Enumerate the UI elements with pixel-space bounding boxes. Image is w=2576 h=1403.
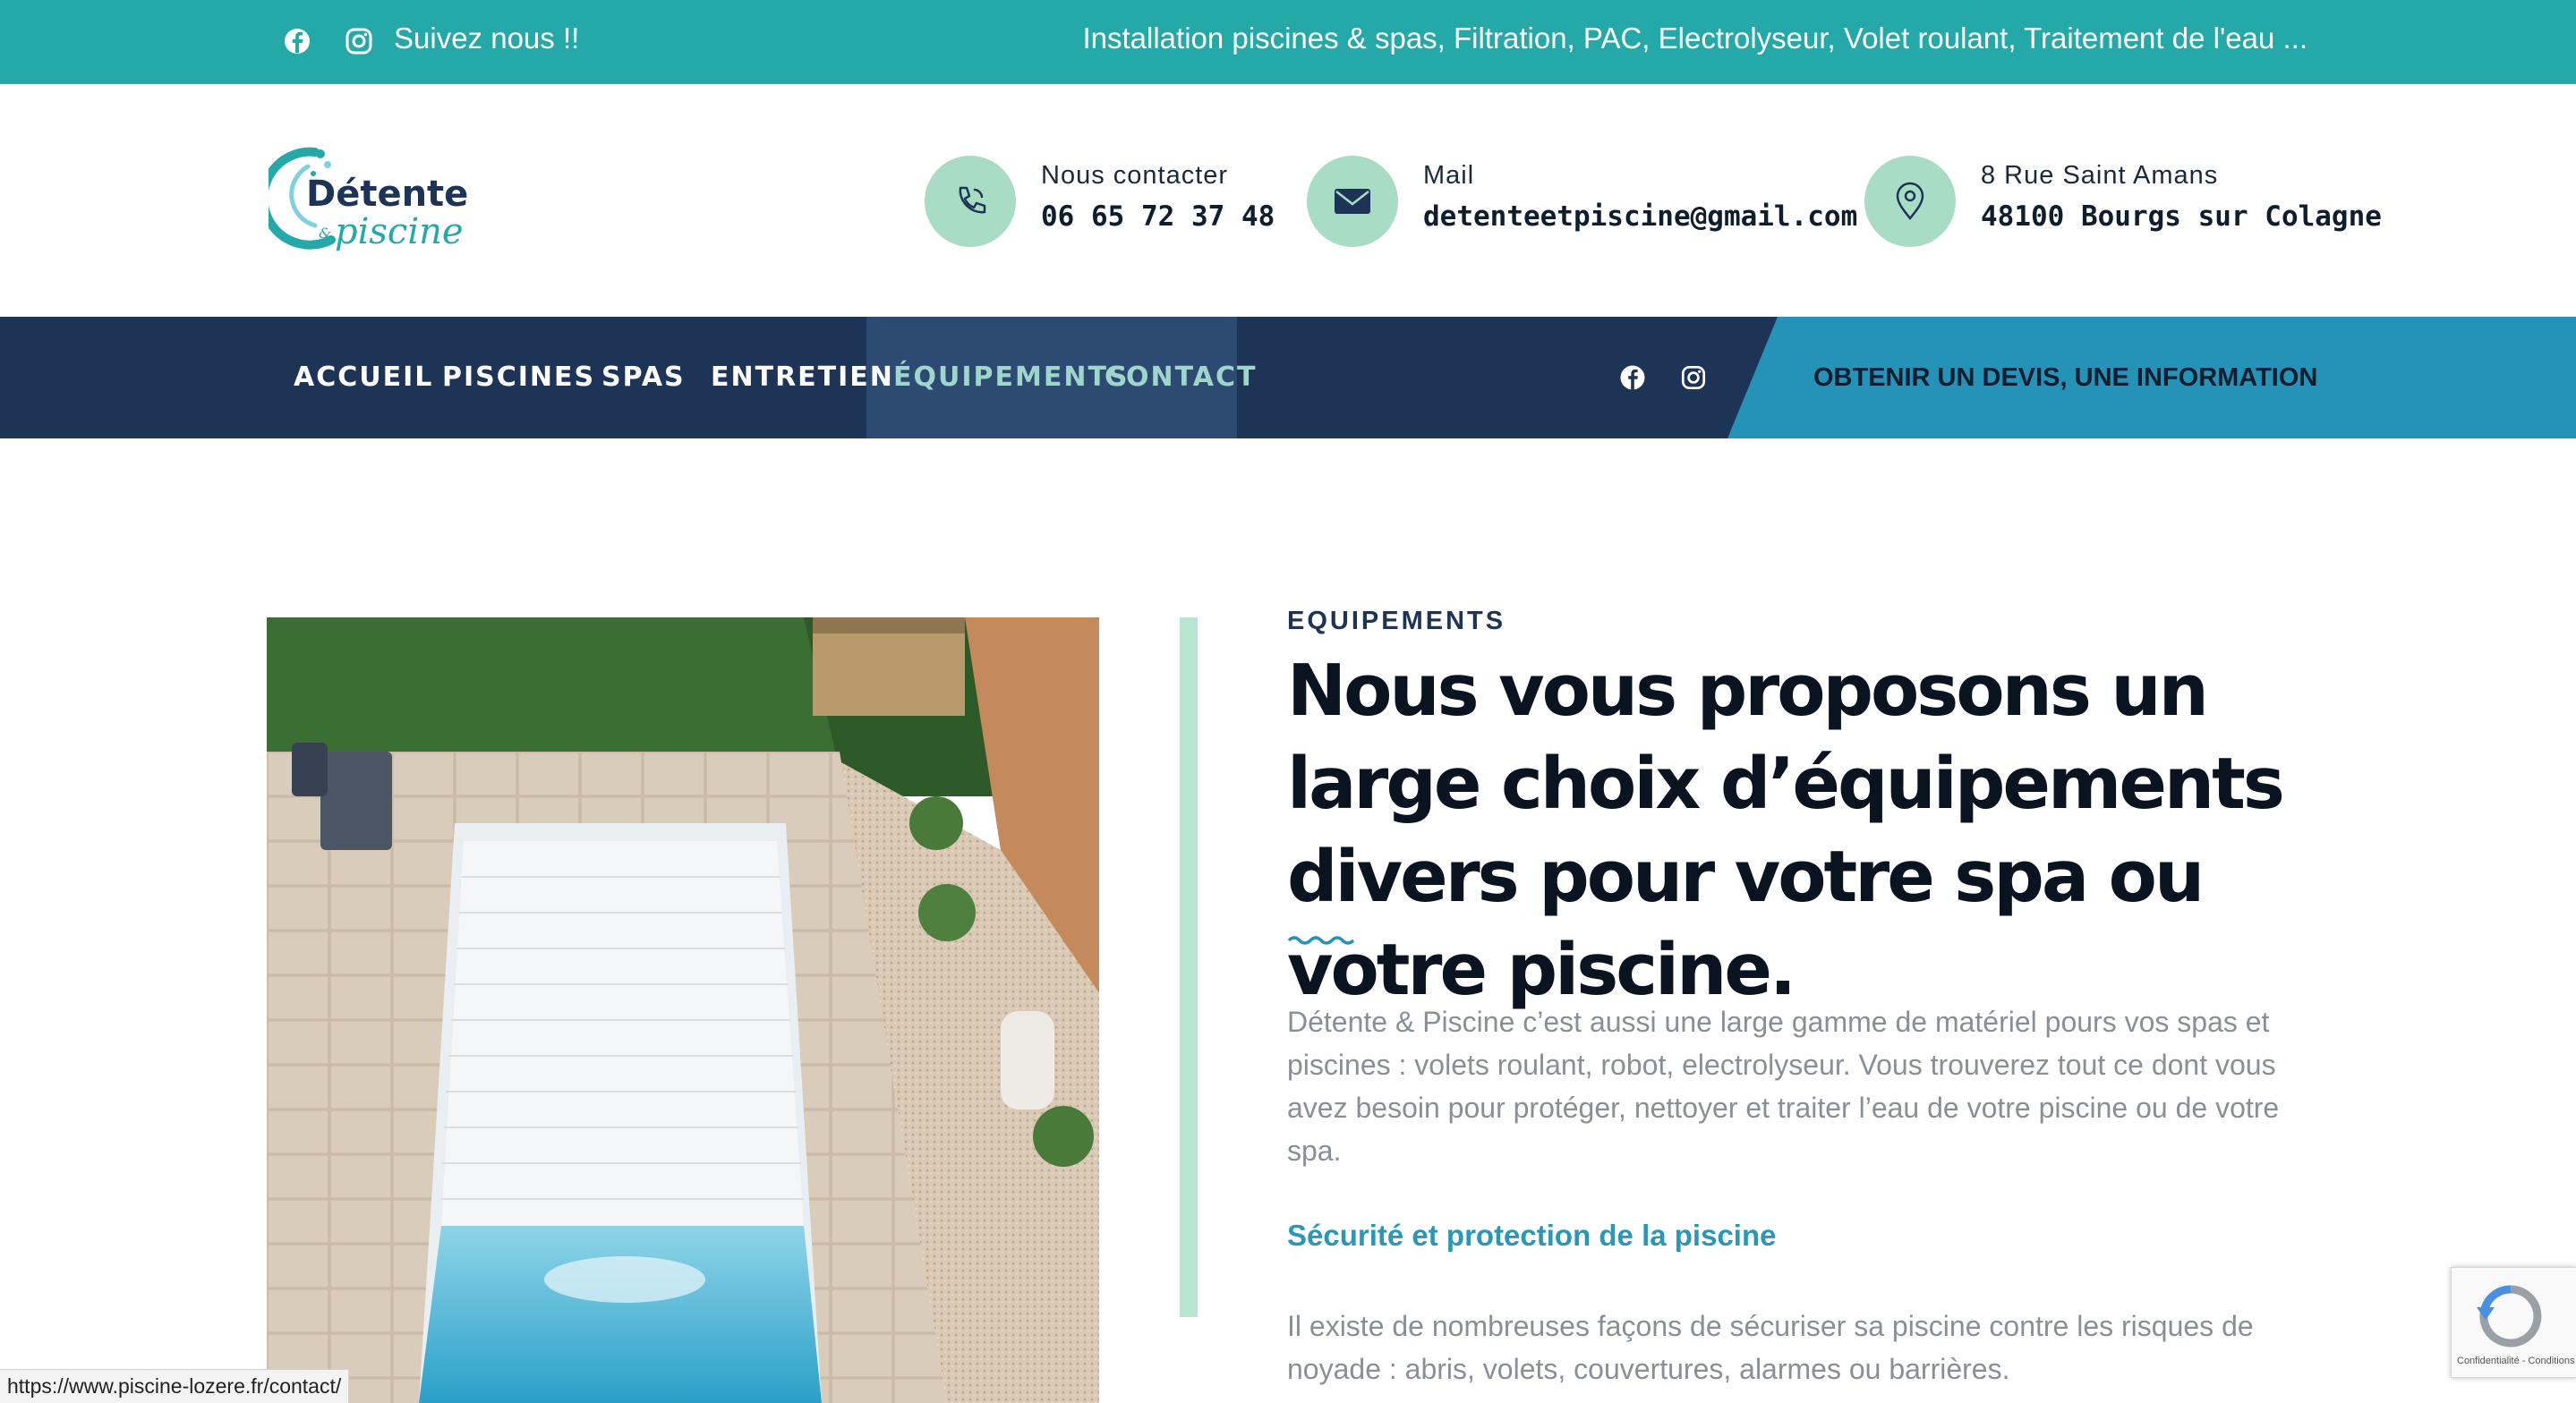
logo-text-piscine: piscine xyxy=(335,211,464,252)
wave-divider-icon xyxy=(1287,936,1355,945)
address-icon-circle xyxy=(1864,156,1956,247)
site-header: Détente & piscine Nous contacter 06 65 7… xyxy=(0,84,2576,317)
recaptcha-terms[interactable]: Confidentialité - Conditions xyxy=(2457,1356,2574,1366)
nav-item-piscines[interactable]: PISCINES xyxy=(442,317,595,438)
nav-item-equipements[interactable]: ÉQUIPEMENTS xyxy=(893,317,1130,438)
facebook-icon[interactable] xyxy=(279,23,315,59)
contact-mail-value[interactable]: detenteetpiscine@gmail.com xyxy=(1423,200,1857,233)
recaptcha-icon xyxy=(2477,1285,2542,1348)
contact-mail-label: Mail xyxy=(1423,161,1475,190)
nav-item-spas[interactable]: SPAS xyxy=(601,317,686,438)
logo-text-amp: & xyxy=(319,225,331,242)
mail-icon-circle xyxy=(1307,156,1398,247)
instagram-icon[interactable] xyxy=(1677,361,1710,394)
main-nav: ACCUEIL PISCINES SPAS ENTRETIEN ÉQUIPEME… xyxy=(0,317,2576,438)
link-status-bar: https://www.piscine-lozere.fr/contact/ xyxy=(0,1369,350,1403)
quote-cta-button[interactable]: OBTENIR UN DEVIS, UNE INFORMATION xyxy=(1727,317,2576,438)
intro-paragraph: Détente & Piscine c’est aussi une large … xyxy=(1287,1006,2280,1167)
quote-cta-label: OBTENIR UN DEVIS, UNE INFORMATION xyxy=(1813,363,2318,392)
site-logo[interactable]: Détente & piscine xyxy=(259,143,483,259)
section-eyebrow: EQUIPEMENTS xyxy=(1287,607,1506,635)
phone-icon xyxy=(959,186,986,214)
security-subheading[interactable]: Sécurité et protection de la piscine xyxy=(1287,1219,1776,1253)
nav-item-contact[interactable]: CONTACT xyxy=(1105,317,1257,438)
phone-icon-circle xyxy=(925,156,1016,247)
services-tagline: Installation piscines & spas, Filtration… xyxy=(1082,21,2307,55)
pool-with-cover-image xyxy=(267,617,1099,1403)
recaptcha-badge[interactable]: Confidentialité - Conditions xyxy=(2451,1267,2576,1378)
envelope-icon xyxy=(1335,189,1370,214)
follow-us-label: Suivez nous !! xyxy=(394,21,580,55)
contact-address-label: 8 Rue Saint Amans xyxy=(1981,161,2219,190)
accent-vertical-bar xyxy=(1180,617,1198,1317)
contact-address-value[interactable]: 48100 Bourgs sur Colagne xyxy=(1981,200,2382,233)
contact-phone-label: Nous contacter xyxy=(1041,161,1229,190)
facebook-icon[interactable] xyxy=(1616,361,1649,394)
section-headline: Nous vous proposons un large choix d’équ… xyxy=(1287,650,2285,1011)
instagram-icon[interactable] xyxy=(341,23,377,59)
top-bar: Suivez nous !! Installation piscines & s… xyxy=(0,0,2576,84)
logo-emblem: Détente & piscine xyxy=(259,147,468,252)
pool-photo xyxy=(267,617,1099,1403)
contact-phone-value[interactable]: 06 65 72 37 48 xyxy=(1041,200,1275,233)
nav-item-entretien[interactable]: ENTRETIEN xyxy=(711,317,894,438)
security-paragraph: Il existe de nombreuses façons de sécuri… xyxy=(1287,1310,2254,1385)
logo-text-detente: Détente xyxy=(306,174,468,215)
map-pin-icon xyxy=(1896,182,1924,220)
nav-item-accueil[interactable]: ACCUEIL xyxy=(294,317,433,438)
